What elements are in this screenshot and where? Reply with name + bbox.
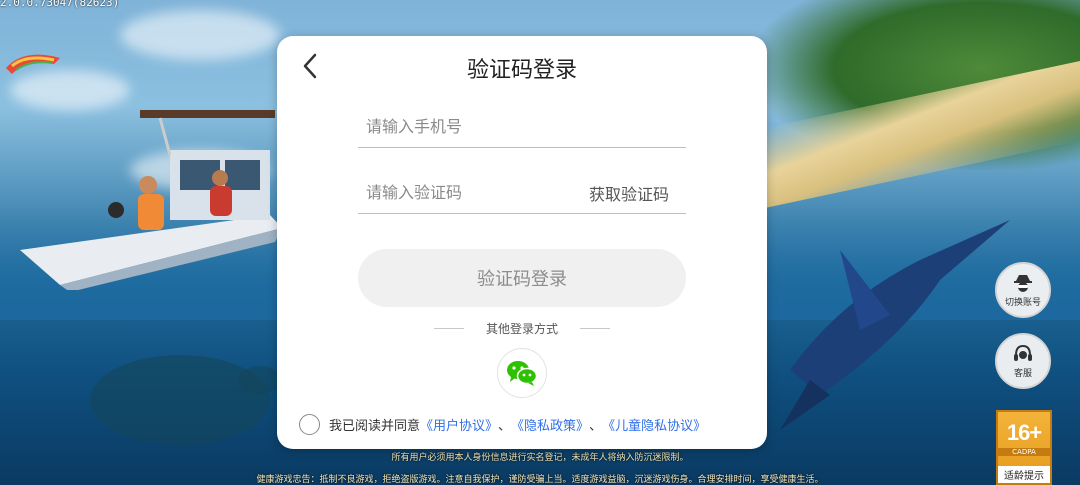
age-rating-value: 16+ — [1006, 420, 1042, 445]
switch-account-label: 切换账号 — [1004, 298, 1041, 308]
age-rating-label: 适龄提示 — [998, 466, 1050, 483]
version-label: 2.0.0.73047(82623) — [0, 0, 120, 9]
marlin-illustration — [780, 220, 1010, 430]
footer-notice-line: 健康游戏忠告：抵制不良游戏，拒绝盗版游戏。注意自我保护，谨防受骗上当。适度游戏益… — [256, 475, 824, 485]
privacy-policy-link[interactable]: 《隐私政策》 — [511, 415, 589, 434]
switch-account-button[interactable]: 切换账号 — [995, 262, 1051, 318]
wechat-icon — [507, 361, 538, 386]
divider-line — [580, 327, 610, 329]
age-rating-badge: 16+ CADPA 适龄提示 — [996, 410, 1052, 485]
other-login-divider: 其他登录方式 — [427, 320, 617, 336]
code-login-button[interactable]: 验证码登录 — [358, 249, 686, 307]
cloud — [120, 10, 280, 60]
agreement-separator: 、 — [498, 418, 512, 434]
kite-icon — [6, 54, 60, 74]
wechat-login-button[interactable] — [497, 348, 547, 398]
get-code-button[interactable]: 获取验证码 — [589, 181, 669, 205]
dialog-title: 验证码登录 — [466, 58, 577, 83]
agreement-separator: 、 — [589, 418, 603, 434]
headset-icon — [1014, 344, 1032, 361]
boat-illustration — [20, 110, 282, 290]
code-field: 获取验证码 — [358, 170, 686, 214]
divider-line — [433, 327, 464, 329]
agreement-row: 我已阅读并同意 《用户协议》 、 《隐私政策》 、 《儿童隐私协议》 — [299, 413, 706, 435]
other-login-label: 其他登录方式 — [485, 321, 558, 336]
children-privacy-link[interactable]: 《儿童隐私协议》 — [602, 415, 706, 434]
login-dialog: 验证码登录 获取验证码 验证码登录 其他登录方式 我已阅读并同意 《用户协议》 … — [277, 36, 767, 449]
spy-icon — [1014, 275, 1032, 292]
age-rating-org: CADPA — [998, 448, 1050, 456]
agree-checkbox[interactable] — [299, 413, 320, 435]
customer-service-label: 客服 — [1013, 369, 1032, 379]
user-agreement-link[interactable]: 《用户协议》 — [420, 415, 498, 434]
footer-notice-line: 所有用户必须用本人身份信息进行实名登记，未成年人将纳入防沉迷限制。 — [391, 453, 689, 463]
customer-service-button[interactable]: 客服 — [995, 333, 1051, 389]
phone-field — [358, 104, 686, 148]
agreement-prefix: 我已阅读并同意 — [329, 418, 421, 434]
code-input[interactable] — [366, 178, 566, 206]
phone-input[interactable] — [366, 112, 566, 140]
